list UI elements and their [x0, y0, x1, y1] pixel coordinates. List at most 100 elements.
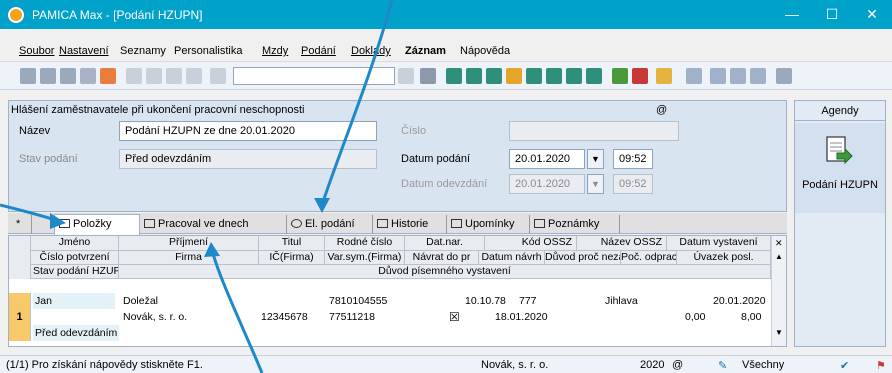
col-header-poc-odprac[interactable]: Poč. odprac [621, 251, 677, 265]
cell-jmeno[interactable]: Jan [33, 293, 115, 309]
toolbar-button-7[interactable] [146, 68, 162, 84]
cell-prijmeni[interactable]: Doležal [123, 293, 253, 309]
col-header-stav-podani[interactable]: Stav podání HZUPN [31, 265, 119, 279]
col-header-duvod-pisemneho[interactable]: Důvod písemného vystavení [119, 265, 771, 279]
cell-ic[interactable]: 12345678 [261, 309, 327, 325]
cell-kod-ossz[interactable]: 777 [519, 293, 549, 309]
toolbar-button-9[interactable] [186, 68, 202, 84]
col-header-navrat[interactable]: Návrat do pr [405, 251, 479, 265]
toolbar-button-1[interactable] [20, 68, 36, 84]
agendy-item-podani-hzupn[interactable]: Podání HZUPN [795, 123, 885, 213]
toolbar-button-21[interactable] [632, 68, 648, 84]
maximize-button[interactable]: ☐ [812, 0, 852, 29]
close-grid-icon[interactable]: ✕ [775, 238, 783, 249]
toolbar-button-10[interactable] [210, 68, 226, 84]
col-header-var-sym[interactable]: Var.sym.(Firma) [325, 251, 405, 265]
col-header-uvazek[interactable]: Úvazek posl. [677, 251, 771, 265]
tab-historie[interactable]: Historie [373, 215, 447, 234]
toolbar-button-11[interactable] [420, 68, 436, 84]
tab-upominky[interactable]: Upomínky [447, 215, 530, 234]
col-header-cislo-potvrzeni[interactable]: Číslo potvrzení [31, 251, 119, 265]
toolbar-button-18[interactable] [566, 68, 582, 84]
menu-seznamy[interactable]: Seznamy [120, 45, 166, 57]
toolbar-button-2[interactable] [40, 68, 56, 84]
tab-star[interactable]: * [12, 215, 32, 234]
pencil-icon[interactable]: ✎ [718, 359, 727, 372]
col-header-dat-nar[interactable]: Dat.nar. [405, 236, 485, 251]
toolbar-button-6[interactable] [126, 68, 142, 84]
toolbar-button-22[interactable] [686, 68, 702, 84]
col-header-duvod[interactable]: Důvod proč nezač [545, 251, 621, 265]
toolbar-button-15[interactable] [506, 68, 522, 84]
cell-dat-nar[interactable]: 10.10.78 [465, 293, 515, 309]
time-field[interactable]: 09:52 [613, 149, 653, 169]
scroll-up-icon[interactable]: ▲ [775, 252, 783, 261]
col-header-jmeno[interactable]: Jméno [31, 236, 119, 251]
tab-pracoval-ve-dnech[interactable]: Pracoval ve dnech [140, 215, 287, 234]
cell-var-sym[interactable]: 77511218 [329, 309, 405, 325]
cell-datum-vystaveni[interactable]: 20.01.2020 [713, 293, 771, 309]
menu-zaznam[interactable]: Záznam [405, 45, 446, 57]
col-header-datum-navrh[interactable]: Datum návrh [479, 251, 545, 265]
folder-icon[interactable] [656, 68, 672, 84]
tab-el-podani[interactable]: El. podání [287, 215, 373, 234]
scroll-down-icon[interactable]: ▼ [775, 328, 783, 337]
toolbar-button-12[interactable] [446, 68, 462, 84]
toolbar-button-23[interactable] [710, 68, 726, 84]
toolbar-button-14[interactable] [486, 68, 502, 84]
name-field[interactable]: Podání HZUPN ze dne 20.01.2020 [119, 121, 377, 141]
tab-polozky[interactable]: Položky [54, 214, 140, 235]
col-header-rodne-cislo[interactable]: Rodné číslo [325, 236, 405, 251]
col-header-datum-vystaveni[interactable]: Datum vystavení [667, 236, 771, 251]
toolbar-button-24[interactable] [730, 68, 746, 84]
col-header-titul[interactable]: Titul [259, 236, 325, 251]
menu-doklady[interactable]: Doklady [351, 45, 391, 57]
status-filter[interactable]: Všechny [742, 359, 784, 371]
combo-dropdown-icon[interactable] [398, 68, 414, 84]
toolbar-button-16[interactable] [526, 68, 542, 84]
toolbar-button-8[interactable] [166, 68, 182, 84]
toolbar-button-5[interactable] [100, 68, 116, 84]
menu-podani[interactable]: Podání [301, 45, 336, 57]
toolbar-button-4[interactable] [80, 68, 96, 84]
toolbar-button-19[interactable] [586, 68, 602, 84]
toolbar-button-3[interactable] [60, 68, 76, 84]
help-icon[interactable] [776, 68, 792, 84]
menu-napoveda[interactable]: Nápověda [460, 45, 510, 57]
cell-firma[interactable]: Novák, s. r. o. [123, 309, 253, 325]
close-button[interactable]: ✕ [852, 0, 892, 29]
menu-mzdy[interactable]: Mzdy [262, 45, 288, 57]
cell-stav[interactable]: Před odevzdáním [33, 325, 119, 341]
date-dropdown-icon[interactable]: ▼ [587, 149, 604, 169]
row-selector[interactable]: 1 [9, 293, 31, 341]
number-field[interactable] [509, 121, 679, 141]
cell-rodne-cislo[interactable]: 7810104555 [329, 293, 405, 309]
col-header-ic-firma[interactable]: IČ(Firma) [259, 251, 325, 265]
minimize-button[interactable]: — [772, 0, 812, 29]
col-header-firma[interactable]: Firma [119, 251, 259, 265]
menu-personalistika[interactable]: Personalistika [174, 45, 242, 57]
flag-icon[interactable]: ⚑ [876, 359, 886, 372]
date-field[interactable]: 20.01.2020 [509, 149, 585, 169]
cell-uvazek[interactable]: 8,00 [741, 309, 771, 325]
toolbar-combobox[interactable] [233, 67, 395, 85]
col-header-kod-ossz[interactable]: Kód OSSZ [485, 236, 577, 251]
col-header-prijmeni[interactable]: Příjmení [119, 236, 259, 251]
menu-nastaveni[interactable]: Nastavení [59, 45, 109, 57]
toolbar-button-25[interactable] [750, 68, 766, 84]
col-header-nazev-ossz[interactable]: Název OSSZ [577, 236, 667, 251]
toolbar-button-13[interactable] [466, 68, 482, 84]
tab-upominky-label: Upomínky [465, 218, 515, 230]
title-bar[interactable]: PAMICA Max - [Podání HZUPN] — ☐ ✕ [0, 0, 892, 29]
toolbar-button-20[interactable] [612, 68, 628, 84]
cell-nazev-ossz[interactable]: Jihlava [605, 293, 655, 309]
check-circle-icon[interactable]: ✔ [840, 359, 849, 372]
menu-soubor[interactable]: Soubor [19, 45, 54, 57]
toolbar-button-17[interactable] [546, 68, 562, 84]
table-row[interactable]: Jan Doležal 7810104555 10.10.78 777 Jihl… [31, 293, 771, 341]
cell-datum-navrh[interactable]: 18.01.2020 [495, 309, 555, 325]
vertical-scrollbar[interactable]: ✕ ▲ ▼ [771, 236, 786, 346]
cell-navrat-checkbox[interactable]: ☒ [449, 309, 463, 325]
cell-poc-odprac[interactable]: 0,00 [685, 309, 715, 325]
tab-poznamky[interactable]: Poznámky [530, 215, 620, 234]
